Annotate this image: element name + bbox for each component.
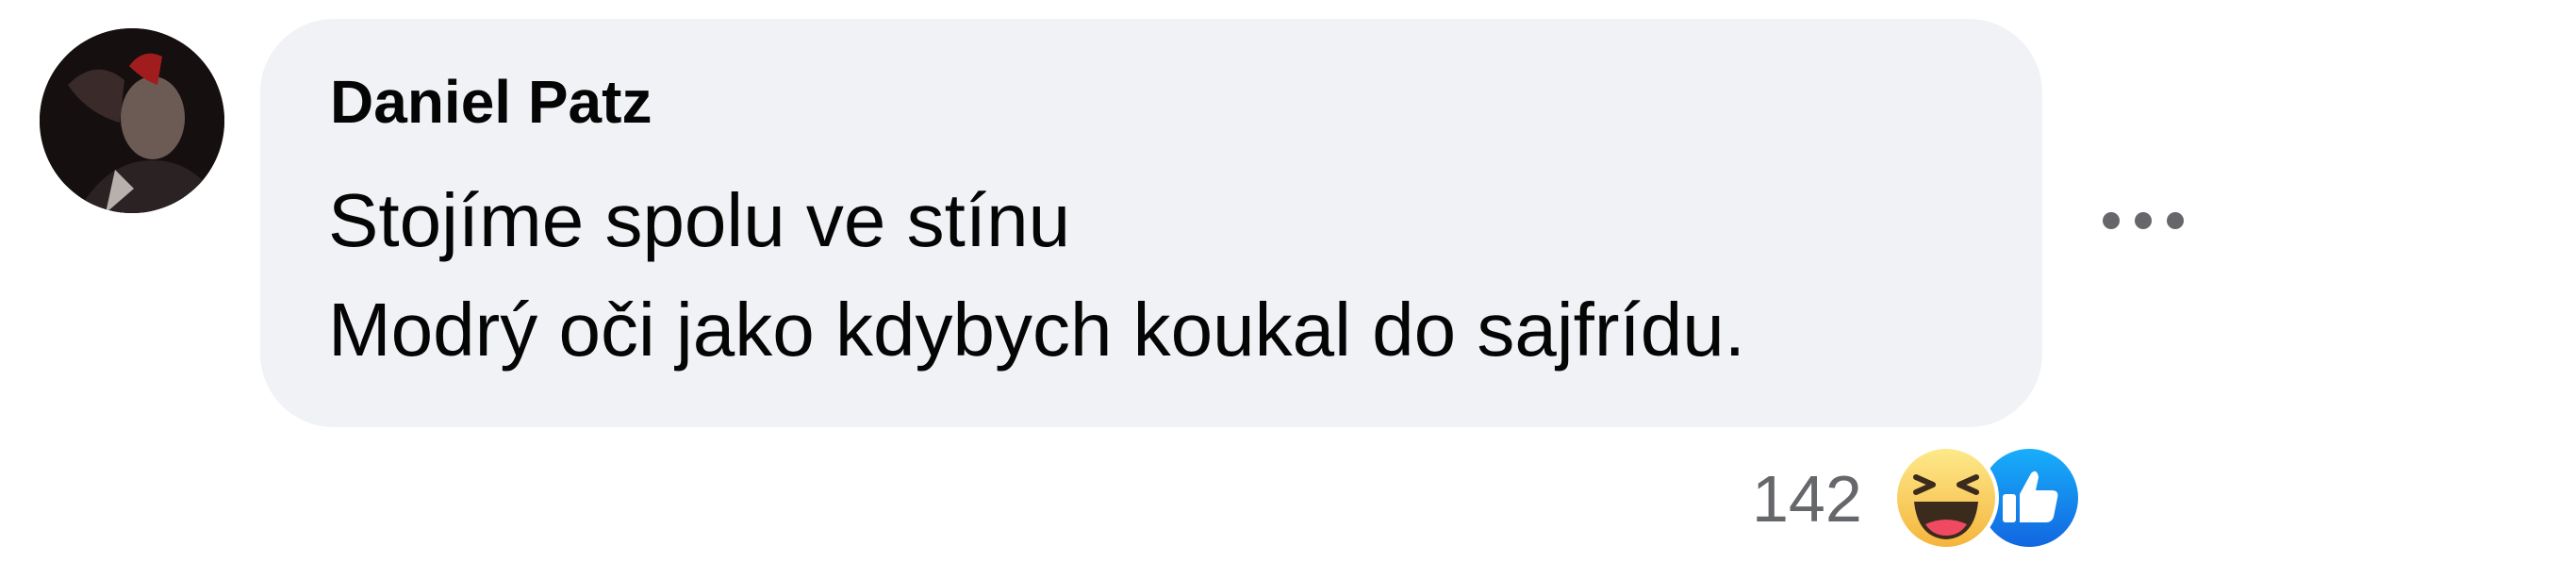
- more-options-icon[interactable]: [2101, 209, 2186, 232]
- comment-text-line: Stojíme spolu ve stínu: [328, 178, 1071, 262]
- comment-bubble: Daniel Patz Stojíme spolu ve stínu Modrý…: [260, 19, 2042, 427]
- haha-emoji-icon: [1891, 443, 2001, 553]
- avatar[interactable]: [40, 28, 224, 213]
- reaction-count: 142: [1752, 462, 1862, 536]
- reactions-summary[interactable]: 142: [1752, 443, 2091, 553]
- comment-text-line: Modrý oči jako kdybych koukal do sajfríd…: [328, 288, 1745, 372]
- comment-author-name[interactable]: Daniel Patz: [330, 72, 652, 132]
